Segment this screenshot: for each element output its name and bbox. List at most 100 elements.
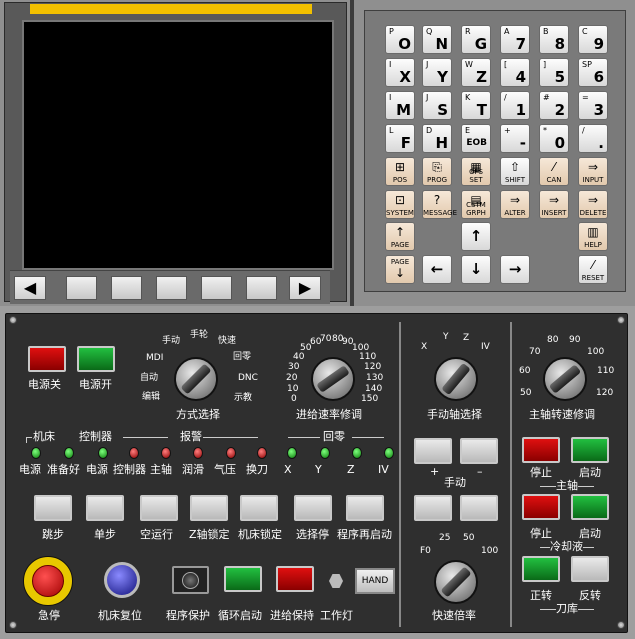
- estop-button[interactable]: [23, 556, 73, 606]
- system-icon: ⊡: [394, 193, 406, 207]
- prog-icon: ⎘: [432, 160, 442, 174]
- function-button[interactable]: [346, 495, 384, 521]
- delete-key[interactable]: ⇒ DELETE: [578, 190, 608, 219]
- key-S[interactable]: JS: [422, 91, 452, 120]
- function-button[interactable]: [294, 495, 332, 521]
- key-Z[interactable]: WZ: [461, 58, 491, 87]
- jog-left-button[interactable]: [414, 495, 452, 521]
- key-3[interactable]: = 3: [578, 91, 608, 120]
- feed-tick: 20: [286, 373, 298, 383]
- key-7[interactable]: A7: [500, 25, 530, 54]
- axis-select-knob[interactable]: [434, 357, 478, 401]
- magazine-forward-button[interactable]: [522, 556, 560, 582]
- cursor-down-icon: ↓: [469, 260, 483, 278]
- spindle-start-button[interactable]: [571, 437, 609, 463]
- key-5[interactable]: ] 5: [539, 58, 569, 87]
- key-N[interactable]: QN: [422, 25, 452, 54]
- screw-icon: [617, 621, 625, 629]
- panel-divider: [399, 322, 401, 627]
- cursor-left-key[interactable]: ←: [422, 255, 452, 284]
- status-led: [320, 447, 330, 459]
- softkey-1[interactable]: [66, 276, 97, 300]
- key-.[interactable]: /.: [578, 124, 608, 153]
- delete-icon: ⇒: [587, 193, 599, 207]
- key-9[interactable]: C9: [578, 25, 608, 54]
- key-G[interactable]: RG: [461, 25, 491, 54]
- alter-key[interactable]: ⇒ ALTER: [500, 190, 530, 219]
- pos-key[interactable]: ⊞ POS: [385, 157, 415, 186]
- input-key[interactable]: ⇒ INPUT: [578, 157, 608, 186]
- status-led: [64, 447, 74, 459]
- feed-hold-button[interactable]: [276, 566, 314, 592]
- feed-tick: 150: [361, 394, 379, 404]
- key-X[interactable]: IX: [385, 58, 415, 87]
- function-button[interactable]: [190, 495, 228, 521]
- shift-icon: ⇧: [509, 160, 521, 174]
- magazine-reverse-button[interactable]: [571, 556, 609, 582]
- key-EOB[interactable]: E EOB: [461, 124, 491, 153]
- function-button[interactable]: [34, 495, 72, 521]
- insert-icon: ⇒: [548, 193, 560, 207]
- coolant-stop-button[interactable]: [522, 494, 560, 520]
- help-key[interactable]: ▥ HELP: [578, 222, 608, 251]
- prog-key[interactable]: ⎘ PROG: [422, 157, 452, 186]
- spindle-override-knob[interactable]: [543, 357, 587, 401]
- mode-select-knob[interactable]: [174, 357, 218, 401]
- function-button[interactable]: [240, 495, 278, 521]
- key-O[interactable]: PO: [385, 25, 415, 54]
- cursor-right-key[interactable]: →: [500, 255, 530, 284]
- softkey-4[interactable]: [201, 276, 232, 300]
- can-key[interactable]: ⁄ CAN: [539, 157, 569, 186]
- message-key[interactable]: ? MESSAGE: [422, 190, 457, 219]
- softkey-2[interactable]: [111, 276, 142, 300]
- status-led: [226, 447, 236, 459]
- page-down-key[interactable]: ↓ PAGE: [385, 255, 415, 284]
- softkey-right-arrow-icon[interactable]: ▶: [289, 276, 321, 300]
- jog-plus-button[interactable]: [414, 438, 452, 464]
- spindle-tick: 60: [519, 366, 531, 376]
- machine-reset-button[interactable]: [104, 562, 140, 598]
- softkey-3[interactable]: [156, 276, 187, 300]
- cycle-start-button[interactable]: [224, 566, 262, 592]
- key-Y[interactable]: JY: [422, 58, 452, 87]
- key-6[interactable]: SP 6: [578, 58, 608, 87]
- status-led: [287, 447, 297, 459]
- status-led: [352, 447, 362, 459]
- spindle-tick: 100: [587, 347, 605, 357]
- system-key[interactable]: ⊡ SYSTEM: [385, 190, 415, 219]
- key-H[interactable]: DH: [422, 124, 452, 153]
- key-M[interactable]: IM: [385, 91, 415, 120]
- function-button[interactable]: [140, 495, 178, 521]
- softkey-left-arrow-icon[interactable]: ◀: [14, 276, 46, 300]
- shift-key[interactable]: ⇧ SHIFT: [500, 157, 530, 186]
- key-8[interactable]: B8: [539, 25, 569, 54]
- cursor-down-key[interactable]: ↓: [461, 255, 491, 284]
- jog-right-button[interactable]: [460, 495, 498, 521]
- program-protect-keyswitch[interactable]: [172, 566, 209, 594]
- key-1[interactable]: /1: [500, 91, 530, 120]
- cursor-up-key[interactable]: ↑: [461, 222, 491, 251]
- coolant-start-button[interactable]: [571, 494, 609, 520]
- rapid-override-knob[interactable]: [434, 560, 478, 604]
- key-0[interactable]: * 0: [539, 124, 569, 153]
- power-on-button[interactable]: [77, 346, 115, 372]
- softkey-5[interactable]: [246, 276, 277, 300]
- function-button[interactable]: [86, 495, 124, 521]
- key--[interactable]: + -: [500, 124, 530, 153]
- key-F[interactable]: LF: [385, 124, 415, 153]
- key-2[interactable]: #2: [539, 91, 569, 120]
- spindle-stop-button[interactable]: [522, 437, 560, 463]
- hand-button[interactable]: HAND: [355, 568, 395, 594]
- page-up-key[interactable]: ↑ PAGE: [385, 222, 415, 251]
- key-T[interactable]: KT: [461, 91, 491, 120]
- key-icon: [182, 572, 199, 589]
- feed-override-knob[interactable]: [311, 357, 355, 401]
- insert-key[interactable]: ⇒ INSERT: [539, 190, 569, 219]
- cstm-grph-key[interactable]: ▤ CSTM GRPH: [461, 190, 491, 219]
- jog-minus-button[interactable]: [460, 438, 498, 464]
- key-4[interactable]: [4: [500, 58, 530, 87]
- reset-key[interactable]: ⁄ RESET: [578, 255, 608, 284]
- ofs-set-key[interactable]: ▦ OFS SET: [461, 157, 491, 186]
- feed-tick: 30: [288, 362, 300, 372]
- power-off-button[interactable]: [28, 346, 66, 372]
